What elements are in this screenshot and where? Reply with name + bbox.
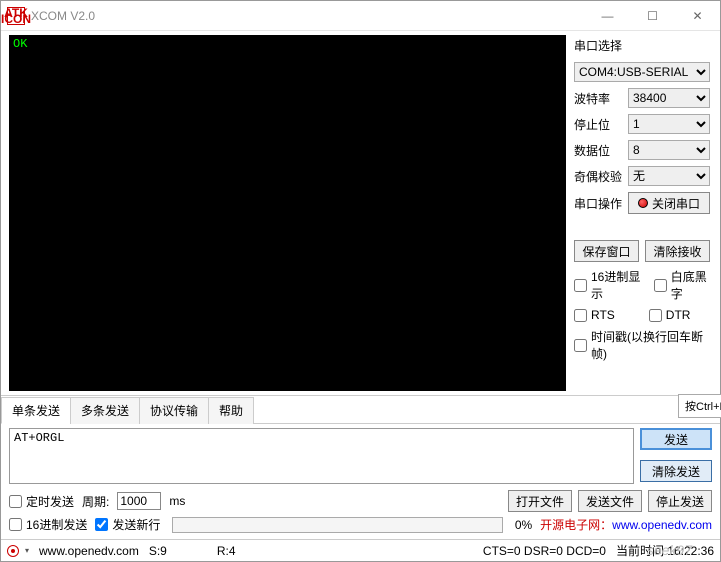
period-label: 周期: [82, 493, 109, 510]
status-sent: S:9 [149, 544, 167, 558]
send-newline-checkbox[interactable] [95, 518, 108, 531]
period-unit: ms [169, 494, 185, 508]
hex-display-checkbox[interactable] [574, 279, 587, 292]
port-select[interactable]: COM4:USB-SERIAL [574, 62, 710, 82]
dropdown-icon[interactable]: ▾ [25, 546, 29, 555]
titlebar: ATKICON XCOM V2.0 — ☐ ✕ [1, 1, 720, 31]
shortcut-hint: 按Ctrl+En [678, 394, 721, 418]
parity-select[interactable]: 无 [628, 166, 710, 186]
tab-help[interactable]: 帮助 [208, 397, 254, 424]
send-button[interactable]: 发送 [640, 428, 712, 450]
app-window: ATKICON XCOM V2.0 — ☐ ✕ OK 串口选择 COM4:USB… [0, 0, 721, 562]
databit-label: 数据位 [574, 142, 624, 159]
close-port-button[interactable]: 关闭串口 [628, 192, 710, 214]
stop-send-button[interactable]: 停止发送 [648, 490, 712, 512]
progress-percent: 0% [515, 518, 532, 532]
status-url[interactable]: www.openedv.com [39, 544, 139, 558]
white-black-checkbox[interactable] [654, 279, 667, 292]
baud-label: 波特率 [574, 90, 624, 107]
port-op-label: 串口操作 [574, 195, 622, 212]
status-recv: R:4 [217, 544, 236, 558]
stopbit-label: 停止位 [574, 116, 624, 133]
rts-checkbox[interactable] [574, 309, 587, 322]
send-file-button[interactable]: 发送文件 [578, 490, 642, 512]
close-button[interactable]: ✕ [675, 2, 720, 30]
stopbit-select[interactable]: 1 [628, 114, 710, 134]
record-icon[interactable] [7, 545, 19, 557]
clear-receive-button[interactable]: 清除接收 [645, 240, 710, 262]
progress-bar [172, 517, 502, 533]
status-bar: ▾ www.openedv.com S:9 R:4 CTS=0 DSR=0 DC… [1, 539, 720, 561]
minimize-button[interactable]: — [585, 2, 630, 30]
port-section-label: 串口选择 [574, 37, 710, 54]
status-lines: CTS=0 DSR=0 DCD=0 [483, 544, 606, 558]
tab-multi-send[interactable]: 多条发送 [70, 397, 140, 424]
dtr-checkbox[interactable] [649, 309, 662, 322]
databit-select[interactable]: 8 [628, 140, 710, 160]
website-link[interactable]: 开源电子网：www.openedv.com [540, 516, 712, 533]
app-icon: ATKICON [7, 7, 25, 25]
open-file-button[interactable]: 打开文件 [508, 490, 572, 512]
send-textarea[interactable]: AT+ORGL [9, 428, 634, 484]
tab-single-send[interactable]: 单条发送 [1, 397, 71, 424]
receive-console[interactable]: OK [9, 35, 566, 391]
status-time: 当前时间 16:22:36 [616, 542, 714, 559]
timestamp-checkbox[interactable] [574, 339, 587, 352]
parity-label: 奇偶校验 [574, 168, 624, 185]
timed-send-checkbox[interactable] [9, 495, 22, 508]
serial-settings-panel: 串口选择 COM4:USB-SERIAL 波特率 38400 停止位 1 数据位… [570, 31, 720, 395]
window-title: XCOM V2.0 [31, 9, 585, 23]
send-tabs-area: 单条发送 多条发送 协议传输 帮助 按Ctrl+En AT+ORGL 发送 清除… [1, 395, 720, 539]
port-status-icon [638, 198, 648, 208]
period-input[interactable] [117, 492, 161, 510]
hex-send-checkbox[interactable] [9, 518, 22, 531]
tab-protocol[interactable]: 协议传输 [139, 397, 209, 424]
save-window-button[interactable]: 保存窗口 [574, 240, 639, 262]
clear-send-button[interactable]: 清除发送 [640, 460, 712, 482]
baud-select[interactable]: 38400 [628, 88, 710, 108]
maximize-button[interactable]: ☐ [630, 2, 675, 30]
